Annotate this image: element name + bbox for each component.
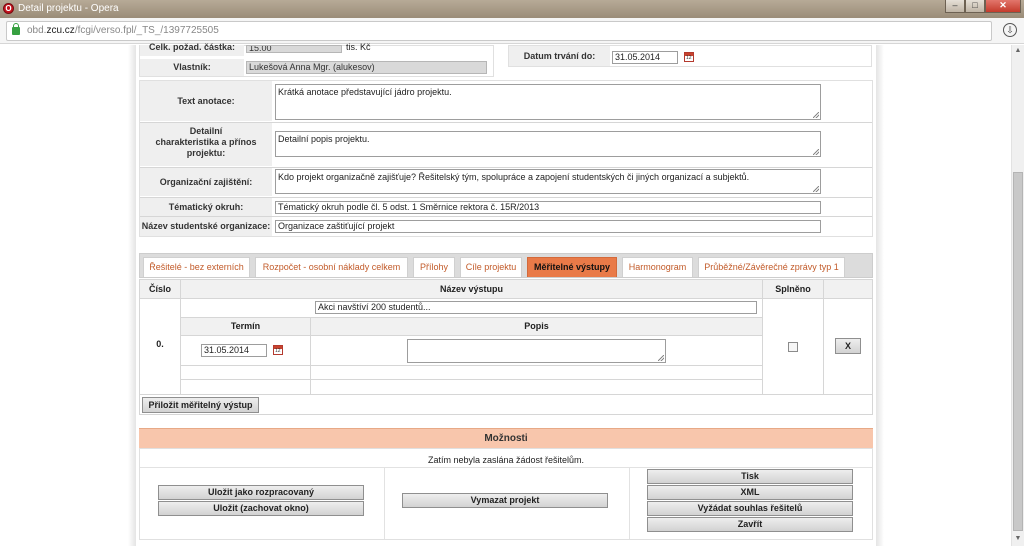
save-keep-window-button[interactable]: Uložit (zachovat okno) — [158, 501, 364, 516]
lock-icon — [12, 23, 20, 35]
row-number: 0. — [156, 339, 164, 349]
studorg-field[interactable]: Organizace zaštiťující projekt — [275, 220, 821, 233]
owner-label: Vlastník: — [140, 59, 244, 76]
address-bar: obd.zcu.cz/fcgi/verso.fpl/_TS_/139772550… — [0, 18, 1024, 44]
download-icon[interactable]: ⇩ — [1003, 23, 1017, 37]
tab-schedule[interactable]: Harmonogram — [622, 257, 693, 277]
annotation-textarea[interactable]: Krátká anotace představující jádro proje… — [275, 84, 821, 120]
output-term-field[interactable]: 31.05.2014 — [201, 344, 267, 357]
opera-icon: O — [3, 3, 14, 14]
annotation-label: Text anotace: — [140, 81, 272, 121]
url-text: obd.zcu.cz/fcgi/verso.fpl/_TS_/139772550… — [27, 25, 219, 36]
attach-output-button[interactable]: Přiložit měřitelný výstup — [142, 397, 259, 413]
detail-textarea[interactable]: Detailní popis projektu. — [275, 131, 821, 157]
maximize-button[interactable]: □ — [965, 0, 985, 13]
amount-unit: tis. Kč — [346, 42, 371, 52]
org-label: Organizační zajištění: — [140, 168, 272, 196]
scroll-up-icon[interactable]: ▲ — [1012, 45, 1024, 57]
col-term-header: Termín — [181, 318, 310, 335]
detail-label: Detailní charakteristika a přínos projektu… — [140, 123, 272, 166]
delete-project-button[interactable]: Vymazat projekt — [402, 493, 608, 508]
topic-label: Tématický okruh: — [140, 198, 272, 216]
print-button[interactable]: Tisk — [647, 469, 853, 484]
tab-attachments[interactable]: Přílohy — [413, 257, 455, 277]
scroll-down-icon[interactable]: ▼ — [1012, 533, 1024, 545]
request-consent-button[interactable]: Vyžádat souhlas řešitelů — [647, 501, 853, 516]
calendar-icon[interactable] — [684, 52, 694, 62]
options-header: Možnosti — [139, 428, 873, 448]
col-number-header: Číslo — [140, 280, 180, 298]
col-name-header: Název výstupu — [181, 280, 762, 298]
col-done-header: Splněno — [763, 280, 823, 298]
xml-button[interactable]: XML — [647, 485, 853, 500]
tab-measurable-outputs[interactable]: Měřitelné výstupy — [527, 257, 617, 277]
window-titlebar: O Detail projektu - Opera – □ ✕ — [0, 0, 1024, 18]
window-title: Detail projektu - Opera — [18, 3, 119, 14]
tab-budget[interactable]: Rozpočet - osobní náklady celkem — [255, 257, 408, 277]
calendar-icon[interactable] — [273, 345, 283, 355]
org-textarea[interactable]: Kdo projekt organizačně zajišťuje? Řešit… — [275, 169, 821, 194]
output-desc-textarea[interactable] — [407, 339, 666, 363]
duration-date-field[interactable]: 31.05.2014 — [612, 51, 678, 64]
close-button[interactable]: Zavřít — [647, 517, 853, 532]
options-status: Zatím nebyla zaslána žádost řešitelům. — [427, 455, 585, 465]
amount-label: Celk. požad. částka: — [140, 43, 244, 56]
tab-reports[interactable]: Průběžné/Závěrečné zprávy typ 1 — [698, 257, 845, 277]
duration-label: Datum trvání do: — [509, 46, 610, 66]
scroll-thumb[interactable] — [1013, 172, 1023, 531]
delete-output-button[interactable]: X — [835, 338, 861, 354]
save-draft-button[interactable]: Uložit jako rozpracovaný — [158, 485, 364, 500]
owner-field: Lukešová Anna Mgr. (alukesov) — [246, 61, 487, 74]
close-window-button[interactable]: ✕ — [985, 0, 1021, 13]
url-field[interactable]: obd.zcu.cz/fcgi/verso.fpl/_TS_/139772550… — [6, 21, 992, 41]
tab-solvers[interactable]: Řešitelé - bez externích — [143, 257, 250, 277]
output-name-field[interactable]: Akci navštíví 200 studentů... — [315, 301, 757, 314]
studorg-label: Název studentské organizace: — [140, 217, 272, 236]
topic-field[interactable]: Tématický okruh podle čl. 5 odst. 1 Směr… — [275, 201, 821, 214]
col-desc-header: Popis — [311, 318, 762, 335]
vertical-scrollbar[interactable]: ▲ ▼ — [1011, 45, 1024, 546]
done-checkbox[interactable] — [788, 342, 798, 352]
minimize-button[interactable]: – — [945, 0, 965, 13]
amount-field: 15.00 — [246, 45, 342, 53]
tab-goals[interactable]: Cíle projektu — [460, 257, 522, 277]
